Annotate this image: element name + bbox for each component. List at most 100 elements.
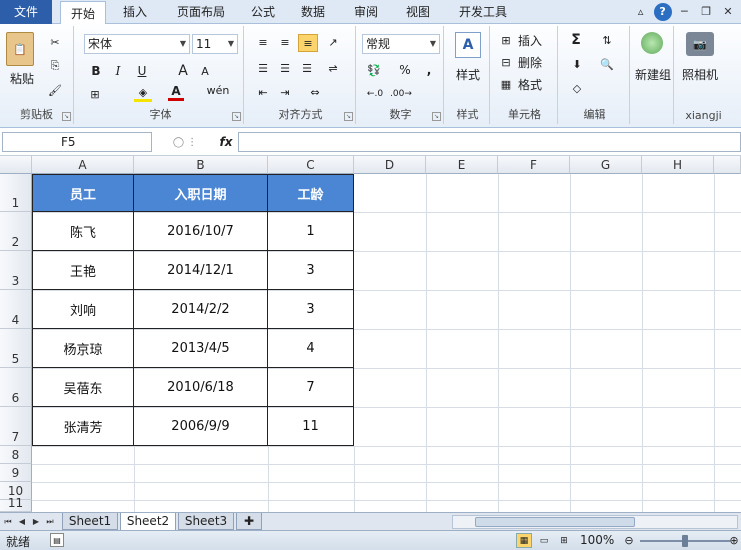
zoom-level[interactable]: 100%: [580, 533, 614, 547]
borders-icon[interactable]: ⊞: [86, 86, 104, 102]
minimize-icon[interactable]: ─: [675, 3, 693, 21]
minimize-ribbon-icon[interactable]: ▵: [632, 3, 650, 21]
fill-icon[interactable]: ⬇: [568, 56, 586, 72]
row-header[interactable]: 2: [0, 212, 32, 251]
restore-icon[interactable]: ❐: [697, 3, 715, 21]
row-header[interactable]: 3: [0, 251, 32, 290]
increase-decimal-icon[interactable]: ←.0: [364, 86, 386, 102]
align-right-icon[interactable]: ☰: [298, 60, 316, 76]
new-group-icon[interactable]: [641, 32, 663, 54]
formula-bar-circle-icon[interactable]: ◯ ⋮: [160, 132, 210, 152]
select-all-corner[interactable]: [0, 156, 32, 174]
zoom-in-icon[interactable]: ⊕: [728, 533, 740, 548]
table-header-cell[interactable]: 入职日期: [134, 174, 268, 212]
align-middle-icon[interactable]: ≡: [276, 34, 294, 50]
camera-button[interactable]: 照相机: [676, 66, 724, 83]
row-header[interactable]: 5: [0, 329, 32, 368]
row-header[interactable]: 6: [0, 368, 32, 407]
row-header[interactable]: 9: [0, 464, 32, 482]
font-name-combo[interactable]: 宋体 ▼: [84, 34, 190, 54]
table-cell[interactable]: 王艳: [32, 251, 134, 290]
tab-file[interactable]: 文件: [0, 0, 52, 24]
table-cell[interactable]: 1: [268, 212, 354, 251]
table-cell[interactable]: 2014/12/1: [134, 251, 268, 290]
delete-cells-icon[interactable]: ⊟: [498, 54, 514, 70]
page-break-view-icon[interactable]: ⊞: [556, 533, 572, 548]
tab-page-layout[interactable]: 页面布局: [166, 0, 236, 24]
column-header[interactable]: G: [570, 156, 642, 174]
copy-icon[interactable]: ⎘: [46, 58, 64, 74]
insert-cells-icon[interactable]: ⊞: [498, 32, 514, 48]
column-header[interactable]: C: [268, 156, 354, 174]
table-cell[interactable]: 刘响: [32, 290, 134, 329]
table-cell[interactable]: 2014/2/2: [134, 290, 268, 329]
column-header[interactable]: D: [354, 156, 426, 174]
align-center-icon[interactable]: ☰: [276, 60, 294, 76]
insert-sheet-icon[interactable]: ✚: [236, 513, 262, 530]
table-header-cell[interactable]: 工龄: [268, 174, 354, 212]
scrollbar-thumb[interactable]: [475, 517, 635, 527]
table-cell[interactable]: 11: [268, 407, 354, 446]
clipboard-launcher-icon[interactable]: ↘: [62, 112, 71, 121]
page-layout-view-icon[interactable]: ▭: [536, 533, 552, 548]
increase-indent-icon[interactable]: ⇥: [276, 84, 294, 100]
close-icon[interactable]: ✕: [719, 3, 737, 21]
comma-button[interactable]: ,: [424, 63, 434, 77]
align-top-icon[interactable]: ≡: [254, 34, 272, 50]
column-header[interactable]: A: [32, 156, 134, 174]
italic-button[interactable]: I: [110, 64, 126, 78]
currency-icon[interactable]: 💱: [364, 62, 384, 78]
camera-icon[interactable]: 📷: [686, 32, 714, 56]
delete-cells-button[interactable]: 删除: [516, 54, 544, 71]
normal-view-icon[interactable]: ▦: [516, 533, 532, 548]
table-cell[interactable]: 杨京琼: [32, 329, 134, 368]
row-header[interactable]: 4: [0, 290, 32, 329]
paste-button[interactable]: 粘贴: [6, 70, 38, 87]
underline-button[interactable]: U: [134, 64, 150, 78]
clear-icon[interactable]: ◇: [568, 80, 586, 96]
row-header[interactable]: 1: [0, 174, 32, 212]
cut-icon[interactable]: ✂: [46, 34, 64, 50]
worksheet-grid[interactable]: A B C D E F G H 1 2 3 4 5 6 7 8 9 10 11 …: [0, 156, 741, 512]
decrease-indent-icon[interactable]: ⇤: [254, 84, 272, 100]
tab-home[interactable]: 开始: [60, 1, 106, 25]
sheet-tab-sheet2[interactable]: Sheet2: [120, 513, 176, 531]
find-select-icon[interactable]: 🔍: [598, 56, 616, 72]
tab-data[interactable]: 数据: [292, 0, 334, 24]
column-header-partial[interactable]: [714, 156, 741, 174]
zoom-slider-thumb[interactable]: [682, 535, 688, 547]
styles-icon[interactable]: A: [455, 32, 481, 58]
table-cell[interactable]: 4: [268, 329, 354, 368]
table-cell[interactable]: 陈飞: [32, 212, 134, 251]
number-format-combo[interactable]: 常规 ▼: [362, 34, 440, 54]
column-header[interactable]: B: [134, 156, 268, 174]
percent-button[interactable]: %: [398, 63, 412, 77]
grow-font-button[interactable]: A: [176, 63, 190, 79]
format-painter-icon[interactable]: 🖌: [46, 82, 64, 98]
first-sheet-icon[interactable]: ⏮: [2, 515, 14, 529]
prev-sheet-icon[interactable]: ◀: [16, 515, 28, 529]
merge-center-icon[interactable]: ⇔: [306, 84, 324, 100]
column-header[interactable]: E: [426, 156, 498, 174]
insert-cells-button[interactable]: 插入: [516, 32, 544, 49]
align-bottom-icon[interactable]: ≡: [298, 34, 318, 52]
table-cell[interactable]: 7: [268, 368, 354, 407]
next-sheet-icon[interactable]: ▶: [30, 515, 42, 529]
orientation-icon[interactable]: ↗: [324, 34, 342, 50]
bold-button[interactable]: B: [88, 64, 104, 78]
table-cell[interactable]: 3: [268, 251, 354, 290]
formula-input[interactable]: [238, 132, 741, 152]
row-header[interactable]: 11: [0, 496, 32, 512]
font-size-combo[interactable]: 11 ▼: [192, 34, 238, 54]
decrease-decimal-icon[interactable]: .00→: [390, 86, 412, 102]
row-header[interactable]: 7: [0, 407, 32, 446]
name-box[interactable]: F5: [2, 132, 152, 152]
wrap-text-icon[interactable]: ⇌: [324, 60, 342, 76]
alignment-launcher-icon[interactable]: ↘: [344, 112, 353, 121]
tab-view[interactable]: 视图: [396, 0, 440, 24]
sort-filter-icon[interactable]: ⇅: [598, 32, 616, 48]
new-group-button[interactable]: 新建组: [632, 66, 674, 83]
number-launcher-icon[interactable]: ↘: [432, 112, 441, 121]
table-cell[interactable]: 2013/4/5: [134, 329, 268, 368]
column-header[interactable]: F: [498, 156, 570, 174]
